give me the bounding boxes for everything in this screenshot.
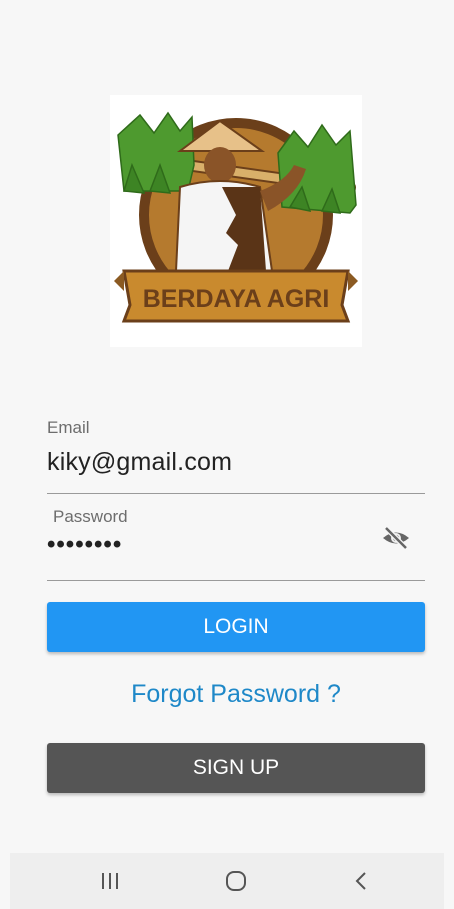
recents-icon[interactable] xyxy=(94,865,126,897)
login-button[interactable]: LOGIN xyxy=(47,602,425,652)
forgot-password-link[interactable]: Forgot Password ? xyxy=(47,680,425,709)
email-field[interactable]: Email kiky@gmail.com xyxy=(47,416,425,494)
eye-off-icon[interactable] xyxy=(381,523,411,553)
signup-button[interactable]: SIGN UP xyxy=(47,743,425,793)
email-label: Email xyxy=(47,418,90,437)
system-navigation-bar xyxy=(10,853,444,909)
back-icon[interactable] xyxy=(346,865,378,897)
logo-image: BERDAYA AGRI xyxy=(114,111,358,323)
password-label: Password xyxy=(53,507,128,526)
berdaya-agri-logo: BERDAYA AGRI xyxy=(110,95,362,347)
password-input[interactable]: •••••••• xyxy=(47,531,122,559)
email-input[interactable]: kiky@gmail.com xyxy=(47,448,232,477)
password-field[interactable]: Password •••••••• xyxy=(47,503,425,581)
logo-text: BERDAYA AGRI xyxy=(143,285,330,313)
login-screen: BERDAYA AGRI Email kiky@gmail.com Passwo… xyxy=(0,0,454,909)
home-icon[interactable] xyxy=(220,865,252,897)
